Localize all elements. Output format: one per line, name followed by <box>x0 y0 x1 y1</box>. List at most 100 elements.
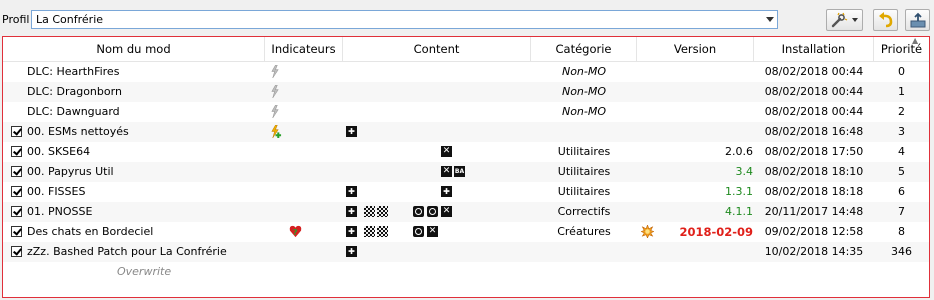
mod-name-cell[interactable]: 01. PNOSSE <box>11 202 263 222</box>
header-category[interactable]: Catégorie <box>531 37 637 61</box>
mod-row[interactable]: 01. PNOSSE Correctifs 4.1.1 20/11/2017 14:4… <box>3 202 929 222</box>
priority-cell: 7 <box>898 205 905 218</box>
installation-date-cell: 08/02/2018 00:44 <box>764 105 864 118</box>
export-button[interactable] <box>905 9 930 31</box>
profile-select[interactable]: La Confrérie <box>31 10 778 29</box>
toolbar: Profil La Confrérie <box>0 0 934 36</box>
chevron-down-icon <box>852 18 858 22</box>
mod-enabled-checkbox[interactable] <box>11 146 22 157</box>
installation-date-cell: 08/02/2018 18:18 <box>764 185 864 198</box>
mod-enabled-checkbox[interactable] <box>11 206 22 217</box>
mod-list[interactable]: Nom du mod Indicateurs Content Catégorie… <box>2 36 930 298</box>
mod-enabled-checkbox[interactable] <box>11 166 22 177</box>
priority-cell: 6 <box>898 185 905 198</box>
mod-name: DLC: Dragonborn <box>27 85 122 98</box>
mod-name-cell[interactable]: 00. SKSE64 <box>11 142 263 162</box>
mod-row[interactable]: 00. ESMs nettoyés 08/02/2018 16:48 3 <box>3 122 929 142</box>
lightning-icon <box>271 105 279 118</box>
priority-cell: 0 <box>898 65 905 78</box>
content-cell <box>343 222 532 242</box>
category-cell: Utilitaires <box>557 165 611 178</box>
mod-enabled-checkbox[interactable] <box>11 126 22 137</box>
header-version[interactable]: Version <box>637 37 754 61</box>
priority-cell: 1 <box>898 85 905 98</box>
tools-menu-button[interactable] <box>826 9 863 31</box>
content-cell <box>343 82 532 102</box>
installation-date-cell: 08/02/2018 00:44 <box>764 85 864 98</box>
bsa-archive-icon <box>454 166 465 177</box>
plugin-plus-icon <box>346 246 357 257</box>
scripts-icon <box>441 146 452 157</box>
version-cell: 3.4 <box>637 162 754 182</box>
lightning-icon <box>271 65 279 78</box>
mod-row[interactable]: 00. Papyrus Util Utilitaires 3.4 08/02/2018… <box>3 162 929 182</box>
installation-date-cell: 08/02/2018 00:44 <box>764 65 864 78</box>
mod-row[interactable]: DLC: Dawnguard Non-MO 08/02/2018 00:44 2 <box>3 102 929 122</box>
category-cell: Non-MO <box>561 65 607 78</box>
update-burst-icon <box>641 225 654 238</box>
mod-row[interactable]: 00. FISSES Utilitaires 1.3.1 08/02/2018 18:… <box>3 182 929 202</box>
installation-date-cell: 10/02/2018 14:35 <box>764 245 864 258</box>
version-cell <box>637 122 754 142</box>
content-cell <box>343 142 532 162</box>
priority-cell: 5 <box>898 165 905 178</box>
plugin-plus-icon <box>346 226 357 237</box>
priority-cell: 3 <box>898 125 905 138</box>
header-content[interactable]: Content <box>343 37 531 61</box>
content-cell <box>343 182 532 202</box>
overwrite-row[interactable]: Overwrite <box>3 262 929 282</box>
mod-enabled-checkbox[interactable] <box>11 246 22 257</box>
version-text: 2018-02-09 <box>679 225 753 239</box>
mod-row[interactable]: Des chats en Bordeciel? Créatures 2018-02-… <box>3 222 929 242</box>
mod-enabled-checkbox[interactable] <box>11 226 22 237</box>
mod-enabled-checkbox[interactable] <box>11 186 22 197</box>
header-installation[interactable]: Installation <box>754 37 874 61</box>
category-cell <box>531 242 637 262</box>
mod-name-cell[interactable]: DLC: HearthFires <box>11 62 263 82</box>
version-cell: 4.1.1 <box>637 202 754 222</box>
version-text: 4.1.1 <box>725 205 753 218</box>
wrench-wand-icon <box>831 12 848 28</box>
header-priority[interactable]: Priorité <box>874 37 929 61</box>
profile-label: Profil <box>2 13 30 26</box>
version-cell: 2.0.6 <box>637 142 754 162</box>
version-cell <box>637 62 754 82</box>
textures-icon <box>364 206 375 217</box>
mod-name-cell[interactable]: 00. Papyrus Util <box>11 162 263 182</box>
installation-date-cell: 08/02/2018 16:48 <box>764 125 864 138</box>
mod-name-cell[interactable]: DLC: Dawnguard <box>11 102 263 122</box>
installation-date-cell: 09/02/2018 12:58 <box>764 225 864 238</box>
sort-ascending-icon: ▲ <box>912 36 919 45</box>
mod-row[interactable]: DLC: HearthFires Non-MO 08/02/2018 00:44 0 <box>3 62 929 82</box>
textures-icon <box>364 226 375 237</box>
mod-name: Des chats en Bordeciel <box>27 225 154 238</box>
category-cell: Correctifs <box>557 205 611 218</box>
mod-name-cell[interactable]: 00. FISSES <box>11 182 263 202</box>
version-text: 2.0.6 <box>725 145 753 158</box>
header-indicators[interactable]: Indicateurs <box>265 37 343 61</box>
mod-name-cell[interactable]: Des chats en Bordeciel <box>11 222 263 242</box>
category-cell: Créatures <box>557 225 611 238</box>
plugin-plus-icon <box>441 186 452 197</box>
heart-question-icon: ? <box>289 225 302 237</box>
version-cell <box>637 82 754 102</box>
mod-name-cell[interactable]: 00. ESMs nettoyés <box>11 122 263 142</box>
undo-button[interactable] <box>873 9 898 31</box>
mod-row[interactable]: DLC: Dragonborn Non-MO 08/02/2018 00:44 1 <box>3 82 929 102</box>
mod-name-cell[interactable]: zZz. Bashed Patch pour La Confrérie <box>11 242 263 262</box>
mod-list-header: Nom du mod Indicateurs Content Catégorie… <box>3 37 929 62</box>
mod-name: DLC: HearthFires <box>27 65 120 78</box>
header-mod-name[interactable]: Nom du mod <box>3 37 265 61</box>
mod-name-cell[interactable]: DLC: Dragonborn <box>11 82 263 102</box>
mod-row[interactable]: zZz. Bashed Patch pour La Confrérie 10/02… <box>3 242 929 262</box>
overwrite-label: Overwrite <box>117 265 172 278</box>
version-text: 3.4 <box>735 165 754 178</box>
chevron-down-icon <box>766 17 774 22</box>
meshes-icon <box>413 206 424 217</box>
mod-row[interactable]: 00. SKSE64 Utilitaires 2.0.6 08/02/2018 17:… <box>3 142 929 162</box>
installation-date-cell: 08/02/2018 18:10 <box>764 165 864 178</box>
mod-name: 00. FISSES <box>27 185 86 198</box>
textures-icon <box>377 226 388 237</box>
indicators-cell <box>265 62 340 82</box>
plugin-plus-icon <box>346 186 357 197</box>
